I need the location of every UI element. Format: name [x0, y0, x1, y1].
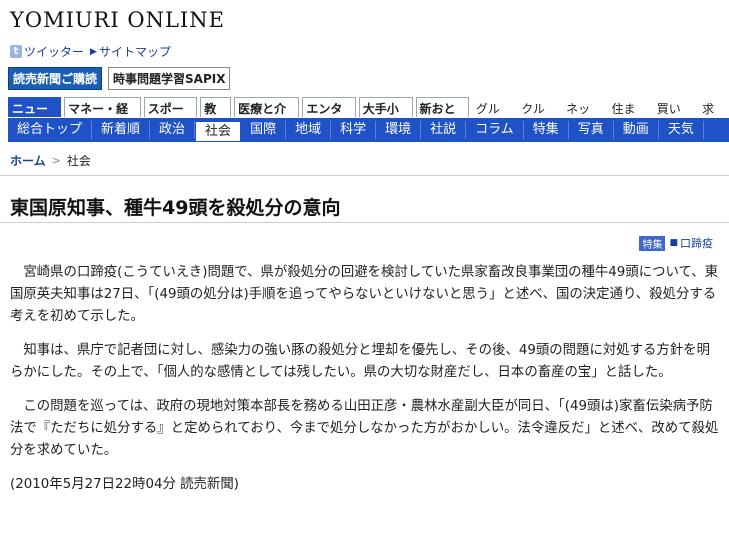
news-subnav: 総合トップ 新着順 政治 社会 国際 地域 科学 環境 社説 コラム 特集 写真 動画 天気 [8, 118, 729, 142]
subscribe-banner[interactable]: 読売新聞ご購読 [8, 67, 103, 90]
nav-tab-9[interactable]: クルマ [517, 98, 560, 133]
site-logo[interactable]: YOMIURI ONLINE [10, 8, 225, 32]
subnav-item-6[interactable]: 科学 [331, 121, 377, 139]
subnav-item-3[interactable]: 社会 [195, 120, 242, 142]
category-nav: ニュースマネー・経済スポーツ教育医療と介護エンタメ大手小町新おとなグルメクルマネ… [8, 97, 729, 133]
nav-tab-6[interactable]: 大手小町 [358, 97, 413, 133]
article-paragraph: 宮崎県の口蹄疫(こうていえき)問題で、県が殺処分の回避を検討していた県家畜改良事… [10, 265, 718, 324]
nav-tab-13[interactable]: 求人 [698, 98, 729, 133]
breadcrumb-current[interactable]: 社会 [67, 152, 91, 169]
tag-label: 口蹄疫 [680, 237, 713, 250]
twitter-icon: t [10, 45, 22, 58]
chevron-right-icon: > [51, 154, 61, 167]
nav-tab-12[interactable]: 買い物 [652, 98, 696, 133]
feature-badge: 特集 [639, 235, 666, 251]
subnav-item-7[interactable]: 環境 [376, 121, 422, 139]
banners: 読売新聞ご購読 時事問題学習SAPIX [8, 67, 231, 90]
subnav-item-2[interactable]: 政治 [150, 121, 196, 139]
subnav-item-11[interactable]: 写真 [569, 121, 614, 139]
nav-tab-3[interactable]: 教育 [200, 97, 232, 133]
square-bullet-icon: ■ [669, 238, 678, 248]
subnav-item-4[interactable]: 国際 [241, 121, 287, 139]
twitter-label: ツイッター [24, 45, 85, 59]
nav-tab-7[interactable]: 新おとな [415, 97, 469, 133]
nav-tab-11[interactable]: 住まい [607, 98, 650, 133]
nav-tab-4[interactable]: 医療と介護 [234, 97, 300, 133]
subnav-item-0[interactable]: 総合トップ [8, 121, 93, 139]
nav-tab-8[interactable]: グルメ [471, 98, 515, 133]
article-title: 東国原知事、種牛49頭を殺処分の意向 [10, 197, 341, 219]
subnav-item-1[interactable]: 新着順 [92, 121, 151, 139]
nav-tab-10[interactable]: ネット [562, 98, 605, 133]
subnav-item-9[interactable]: コラム [466, 121, 524, 139]
subnav-item-5[interactable]: 地域 [286, 121, 332, 139]
breadcrumb-home[interactable]: ホーム [10, 152, 46, 169]
subnav-item-10[interactable]: 特集 [524, 121, 569, 139]
subnav-item-12[interactable]: 動画 [614, 121, 659, 139]
article-dateline: (2010年5月27日22時04分 読売新聞) [10, 477, 239, 492]
twitter-link[interactable]: t ツイッター [10, 43, 84, 60]
arrow-right-icon: ▶ [90, 46, 97, 57]
nav-tab-1[interactable]: マネー・経済 [64, 97, 141, 133]
top-links: t ツイッター ▶ サイトマップ [10, 43, 171, 60]
divider [0, 175, 729, 176]
breadcrumb: ホーム > 社会 [10, 152, 91, 169]
sapix-banner[interactable]: 時事問題学習SAPIX [108, 67, 231, 90]
article-paragraph: この問題を巡っては、政府の現地対策本部長を務める山田正彦・農林水産副大臣が同日、… [10, 399, 719, 458]
nav-tab-5[interactable]: エンタメ [302, 97, 356, 133]
nav-tab-0[interactable]: ニュース [8, 97, 62, 133]
tag-link[interactable]: ■ 口蹄疫 [669, 235, 713, 251]
subnav-item-13[interactable]: 天気 [659, 121, 704, 139]
sitemap-link[interactable]: ▶ サイトマップ [90, 43, 171, 60]
article-body: 宮崎県の口蹄疫(こうていえき)問題で、県が殺処分の回避を検討していた県家畜改良事… [10, 262, 722, 496]
subnav-item-8[interactable]: 社説 [421, 121, 467, 139]
divider [0, 222, 729, 223]
nav-tab-2[interactable]: スポーツ [143, 97, 198, 133]
sitemap-label: サイトマップ [98, 45, 171, 59]
article-paragraph: 知事は、県庁で記者団に対し、感染力の強い豚の殺処分と埋却を優先し、その後、49頭… [10, 343, 710, 380]
article-tags: 特集 ■ 口蹄疫 [639, 235, 713, 251]
